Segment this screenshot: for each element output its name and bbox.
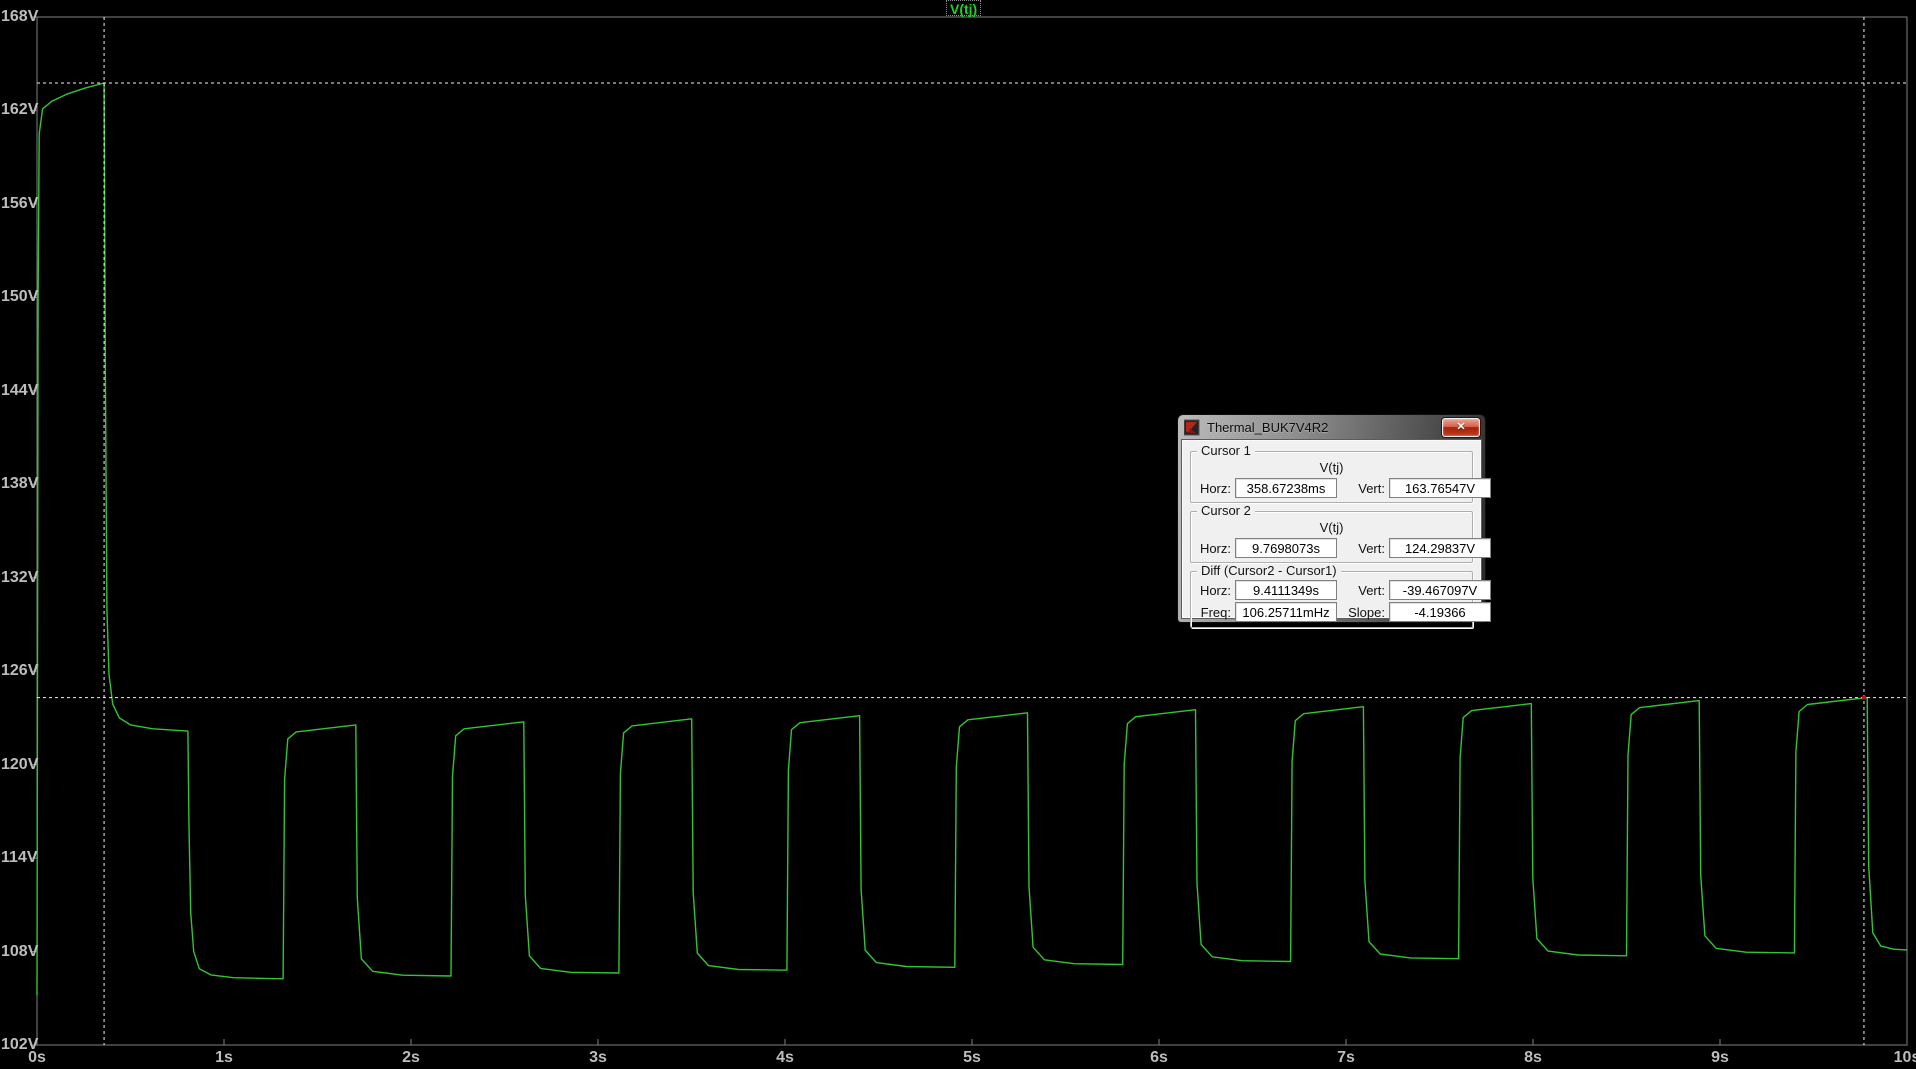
waveform-viewer: 168V 162V 156V 150V 144V 138V 132V 126V 120V 114V…	[0, 0, 1916, 1069]
ltspice-icon	[1183, 419, 1201, 436]
cursor2-marker	[1861, 695, 1866, 700]
diff-slope-label: Slope:	[1348, 604, 1385, 620]
x-axis-tick-label: 1s	[215, 1049, 233, 1066]
y-axis-tick-label: 150V	[1, 288, 39, 306]
close-icon: ✕	[1456, 421, 1466, 433]
cursor1-vert-label: Vert:	[1358, 480, 1385, 496]
diff-horz-value[interactable]: 9.4111349s	[1235, 580, 1337, 600]
x-axis-tick-label: 6s	[1150, 1049, 1168, 1066]
diff-vert-value[interactable]: -39.467097V	[1389, 580, 1491, 600]
cursor2-vert-value[interactable]: 124.29837V	[1389, 538, 1491, 558]
x-axis-tick-label: 5s	[963, 1049, 981, 1066]
x-axis-tick-label: 8s	[1524, 1049, 1542, 1066]
diff-freq-label: Freq:	[1200, 604, 1231, 620]
cursor1-section-label: Cursor 1	[1197, 444, 1255, 458]
cursor2-trace-name: V(tj)	[1319, 520, 1344, 535]
y-axis-tick-label: 114V	[1, 849, 38, 867]
x-axis-tick-label: 7s	[1337, 1049, 1355, 1066]
diff-group: Diff (Cursor2 - Cursor1) Horz: 9.4111349…	[1190, 564, 1491, 628]
x-axis-tick-label: 3s	[589, 1049, 607, 1066]
waveform-trace[interactable]	[36, 82, 1908, 996]
cursor2-horz-label: Horz:	[1199, 540, 1231, 556]
diff-freq-value[interactable]: 106.25711mHz	[1235, 602, 1337, 622]
x-axis-tick-label: 2s	[402, 1049, 420, 1066]
cursor1-vert-value[interactable]: 163.76547V	[1389, 478, 1491, 498]
x-axis-tick-label: 4s	[776, 1049, 794, 1066]
close-button[interactable]: ✕	[1442, 418, 1480, 437]
cursor2-section-label: Cursor 2	[1197, 504, 1255, 518]
diff-slope-value[interactable]: -4.19366	[1389, 602, 1491, 622]
diff-vert-label: Vert:	[1358, 582, 1385, 598]
trace-label[interactable]: V(tj)	[946, 0, 982, 17]
cursor2-horz-value[interactable]: 9.7698073s	[1235, 538, 1337, 558]
cursor2-vert-label: Vert:	[1358, 540, 1385, 556]
waveform-plot[interactable]	[0, 0, 1916, 1069]
x-axis-tick-label: 9s	[1711, 1049, 1729, 1066]
y-axis-tick-label: 162V	[1, 101, 39, 119]
dialog-title: Thermal_BUK7V4R2	[1207, 420, 1329, 435]
y-axis-tick-label: 120V	[1, 755, 39, 773]
y-axis-tick-label: 126V	[1, 662, 39, 680]
cursor1-trace-name: V(tj)	[1319, 460, 1344, 475]
y-axis-tick-label: 108V	[1, 942, 39, 960]
y-axis-tick-label: 144V	[1, 381, 39, 399]
cursor1-horz-value[interactable]: 358.67238ms	[1235, 478, 1337, 498]
diff-horz-label: Horz:	[1199, 582, 1231, 598]
y-axis-tick-label: 138V	[1, 475, 39, 493]
y-axis-tick-label: 168V	[1, 8, 39, 25]
cursor1-group: Cursor 1 V(tj) Horz: 358.67238ms Vert: 1…	[1190, 444, 1491, 503]
x-axis-tick-label: 10s	[1893, 1049, 1916, 1066]
dialog-content: Cursor 1 V(tj) Horz: 358.67238ms Vert: 1…	[1182, 440, 1491, 628]
y-axis-tick-label: 132V	[1, 568, 39, 586]
diff-section-label: Diff (Cursor2 - Cursor1)	[1197, 564, 1341, 578]
cursor1-horz-label: Horz:	[1199, 480, 1231, 496]
cursor-dialog: Thermal_BUK7V4R2 ✕ Cursor 1 V(tj) Horz: …	[1178, 415, 1491, 628]
cursor2-group: Cursor 2 V(tj) Horz: 9.7698073s Vert: 12…	[1190, 504, 1491, 563]
y-axis-tick-label: 156V	[1, 194, 39, 212]
x-axis-tick-label: 0s	[28, 1049, 46, 1066]
dialog-titlebar[interactable]: Thermal_BUK7V4R2 ✕	[1178, 415, 1485, 440]
